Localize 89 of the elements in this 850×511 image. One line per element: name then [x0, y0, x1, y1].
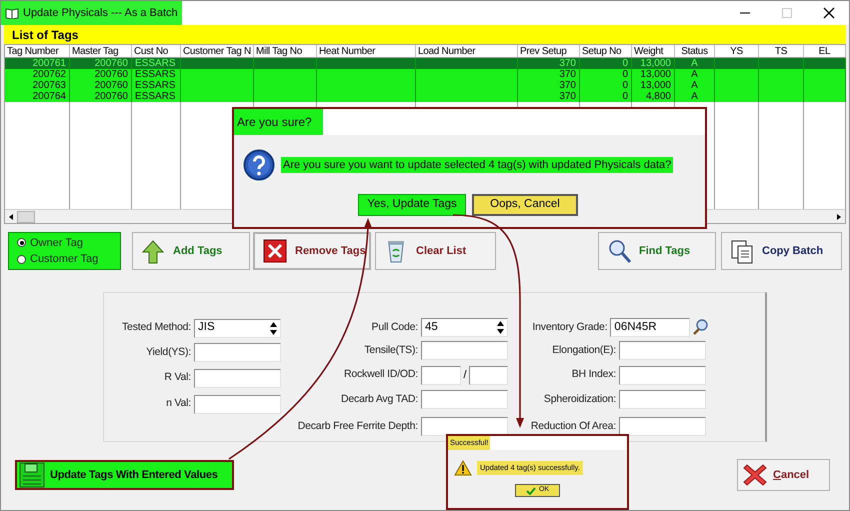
scroll-thumb[interactable]	[17, 210, 35, 222]
dialog-message: Are you sure you want to update selected 4 tag(s) with updated Physicals data?	[281, 156, 674, 174]
remove-tags-button[interactable]: Remove Tags	[253, 232, 371, 270]
column-header[interactable]: Mill Tag No	[254, 45, 317, 57]
input-field[interactable]	[619, 341, 706, 360]
column-header[interactable]: EL	[804, 45, 846, 57]
arrow-up-icon	[141, 238, 165, 264]
check-icon	[526, 486, 536, 494]
column-header[interactable]: Setup No	[580, 45, 632, 57]
clear-list-button[interactable]: Clear List	[375, 232, 496, 270]
documents-icon	[730, 238, 754, 264]
lookup-button[interactable]	[692, 318, 709, 337]
spinner-field[interactable]: JIS	[194, 318, 281, 338]
column-header[interactable]: Master Tag	[70, 45, 132, 57]
cancel-button[interactable]: Cancel	[737, 459, 830, 491]
question-icon	[243, 149, 275, 181]
field-label: Inventory Grade:	[531, 320, 608, 335]
input-field[interactable]: 06N45R	[610, 318, 690, 337]
spinner-arrows-icon	[496, 320, 505, 335]
input-field[interactable]	[469, 366, 508, 385]
window-title: Update Physicals --- As a Batch	[23, 6, 178, 21]
input-field[interactable]	[619, 417, 706, 436]
field-label: Pull Code:	[370, 320, 419, 335]
input-field[interactable]	[619, 390, 706, 410]
column-header[interactable]: Tag Number	[5, 45, 70, 57]
field-label: R Val:	[163, 370, 192, 386]
update-tags-button[interactable]: Update Tags With Entered Values	[15, 460, 234, 490]
search-icon	[692, 319, 709, 336]
input-field[interactable]	[619, 366, 706, 385]
table-cell: A	[675, 91, 715, 102]
book-icon	[5, 7, 19, 19]
column-header[interactable]: Prev Setup	[518, 45, 580, 57]
close-icon	[263, 238, 287, 264]
field-label: Elongation(E):	[551, 342, 617, 358]
table-row[interactable]: 200763 200760 ESSARS 370 0 13,000 A	[5, 80, 845, 91]
column-header[interactable]: TS	[759, 45, 804, 57]
input-field[interactable]	[194, 343, 281, 362]
radio-label: Owner Tag	[30, 236, 83, 250]
table-cell: 370	[518, 91, 580, 102]
table-row[interactable]: 200762 200760 ESSARS 370 0 13,000 A	[5, 69, 845, 80]
spinner-field[interactable]: 45	[421, 318, 508, 337]
column-header[interactable]: Status	[675, 45, 715, 57]
copy-batch-button[interactable]: Copy Batch	[721, 232, 842, 270]
column-header[interactable]: Heat Number	[317, 45, 416, 57]
close-icon	[743, 463, 767, 487]
close-icon	[823, 7, 835, 19]
add-tags-button[interactable]: Add Tags	[132, 232, 250, 270]
input-field[interactable]	[421, 366, 461, 385]
field-label: Reduction Of Area:	[530, 418, 617, 434]
separator-text: /	[462, 368, 468, 383]
input-field[interactable]	[194, 368, 281, 388]
table-cell: 200764	[5, 91, 70, 102]
table-row[interactable]: 200761 200760 ESSARS 370 0 13,000 A	[5, 58, 845, 69]
search-icon	[607, 238, 631, 264]
input-field[interactable]	[194, 394, 281, 414]
input-field[interactable]	[421, 417, 508, 436]
close-button[interactable]	[823, 7, 835, 19]
table-cell: 200760	[70, 91, 132, 102]
field-label: BH Index:	[570, 367, 617, 382]
column-header[interactable]: Load Number	[416, 45, 518, 57]
input-field[interactable]	[421, 390, 508, 410]
field-label: Spheroidization:	[542, 392, 617, 408]
table-cell: 0	[580, 91, 632, 102]
spinner-arrows-icon	[269, 320, 278, 336]
table-row[interactable]: 200764 200760 ESSARS 370 0 4,800 A	[5, 91, 845, 102]
maximize-icon	[781, 7, 793, 19]
warning-icon	[454, 460, 472, 476]
column-header[interactable]: Customer Tag N	[181, 45, 254, 57]
radio-label: Customer Tag	[30, 252, 98, 267]
radio-button[interactable]	[17, 254, 26, 264]
field-label: n Val:	[165, 396, 192, 412]
field-label: Yield(YS):	[145, 344, 192, 360]
table-cell: 4,800	[632, 91, 675, 102]
field-label: Tested Method:	[121, 320, 192, 336]
field-label: Decarb Free Ferrite Depth:	[296, 418, 419, 434]
field-label: Rockwell ID/OD:	[342, 367, 419, 382]
column-header[interactable]: YS	[715, 45, 759, 57]
input-field[interactable]	[421, 341, 508, 360]
field-label: Tensile(TS):	[363, 342, 419, 358]
table-cell: ESSARS	[132, 91, 181, 102]
dialog-title: Are you sure?	[234, 109, 323, 135]
section-title: List of Tags	[12, 26, 78, 44]
yes-button[interactable]: Yes, Update Tags	[358, 194, 466, 216]
column-header[interactable]: Cust No	[132, 45, 181, 57]
cancel-button[interactable]: Oops, Cancel	[472, 194, 578, 216]
column-header[interactable]: Weight	[632, 45, 675, 57]
radio-button[interactable]	[17, 238, 26, 248]
find-tags-button[interactable]: Find Tags	[598, 232, 716, 270]
field-label: Decarb Avg TAD:	[340, 392, 419, 408]
